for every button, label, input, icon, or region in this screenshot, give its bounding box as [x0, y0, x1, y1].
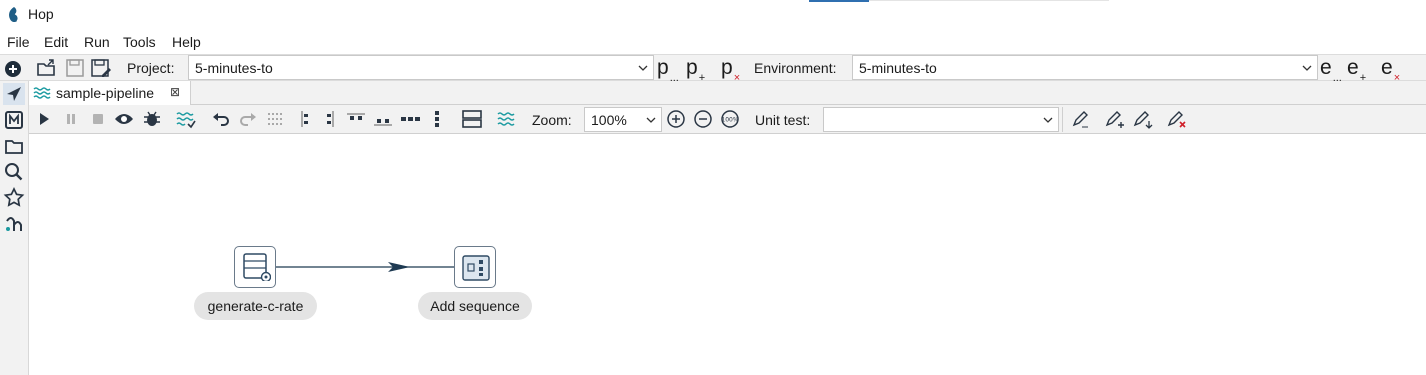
menu-file[interactable]: File: [7, 34, 30, 50]
pipeline-canvas[interactable]: generate-c-rate Add sequence: [30, 134, 1426, 375]
chevron-down-icon: [1301, 61, 1313, 77]
project-delete-button[interactable]: p×: [721, 56, 740, 84]
row-generator-icon: [243, 253, 272, 284]
new-file-icon[interactable]: [2, 58, 24, 78]
distribute-horizontal-icon[interactable]: [399, 109, 421, 129]
transform-label[interactable]: Add sequence: [418, 292, 532, 320]
zoom-out-icon[interactable]: [692, 109, 714, 129]
data-orchestration-perspective-icon[interactable]: [3, 83, 25, 105]
chevron-down-icon: [1042, 113, 1054, 129]
snap-to-grid-icon[interactable]: [265, 109, 287, 129]
add-sequence-icon: [461, 253, 491, 286]
preview-eye-icon[interactable]: [113, 109, 135, 129]
align-right-icon[interactable]: [320, 109, 342, 129]
zoom-100-icon[interactable]: 100%: [719, 109, 741, 129]
menu-help[interactable]: Help: [172, 34, 201, 50]
debug-bug-icon[interactable]: [141, 109, 163, 129]
hop-logo-icon: [6, 6, 22, 27]
unit-test-delete-icon[interactable]: [1166, 109, 1188, 129]
align-top-icon[interactable]: [345, 109, 367, 129]
pipeline-wave-icon[interactable]: [496, 109, 518, 129]
env-add-letter: e: [1347, 56, 1359, 79]
title-bar: Hop: [0, 0, 1426, 30]
project-select[interactable]: 5-minutes-to: [188, 55, 654, 80]
project-select-value: 5-minutes-to: [195, 60, 273, 76]
unit-test-edit-icon[interactable]: [1070, 109, 1092, 129]
metadata-perspective-icon[interactable]: [3, 109, 25, 131]
explorer-perspective-icon[interactable]: [3, 135, 25, 157]
distribute-vertical-icon[interactable]: [426, 109, 448, 129]
unit-test-select[interactable]: [823, 107, 1059, 132]
align-bottom-icon[interactable]: [372, 109, 394, 129]
check-pipeline-icon[interactable]: [175, 109, 197, 129]
main-toolbar: Project: 5-minutes-to p... p+ p× Environ…: [0, 54, 1426, 84]
git-perspective-icon[interactable]: [3, 213, 25, 235]
svg-text:100%: 100%: [721, 117, 738, 124]
chevron-down-icon: [637, 61, 649, 77]
unit-test-add-icon[interactable]: [1104, 109, 1126, 129]
project-delete-letter: p: [721, 56, 733, 79]
close-icon[interactable]: ⊠: [170, 85, 180, 99]
window-edge-highlight: [809, 0, 869, 2]
project-add-button[interactable]: p+: [686, 56, 705, 84]
toolbar-separator: [1062, 107, 1063, 132]
menu-edit[interactable]: Edit: [44, 34, 68, 50]
environment-add-button[interactable]: e+: [1347, 56, 1366, 84]
pause-icon[interactable]: [60, 109, 82, 129]
environment-label: Environment:: [754, 60, 837, 76]
run-icon[interactable]: [33, 109, 55, 129]
zoom-in-icon[interactable]: [665, 109, 687, 129]
stop-icon[interactable]: [87, 109, 109, 129]
unit-test-label: Unit test:: [755, 112, 811, 128]
project-edit-button[interactable]: p...: [657, 56, 679, 84]
zoom-label: Zoom:: [532, 112, 572, 128]
save-icon[interactable]: [64, 58, 86, 78]
menu-tools[interactable]: Tools: [123, 34, 156, 50]
zoom-select[interactable]: 100%: [584, 107, 662, 132]
tab-label: sample-pipeline: [56, 85, 155, 101]
environment-edit-button[interactable]: e...: [1320, 56, 1342, 84]
project-edit-letter: p: [657, 56, 669, 79]
environment-select-value: 5-minutes-to: [859, 60, 937, 76]
menu-run[interactable]: Run: [84, 34, 110, 50]
app-title: Hop: [28, 6, 54, 22]
zoom-select-value: 100%: [591, 112, 627, 128]
transform-add-sequence[interactable]: [454, 246, 496, 288]
environment-delete-button[interactable]: e×: [1381, 56, 1400, 84]
pipeline-properties-icon[interactable]: [461, 109, 483, 129]
project-add-letter: p: [686, 56, 698, 79]
environment-select[interactable]: 5-minutes-to: [852, 55, 1318, 80]
save-as-icon[interactable]: [90, 58, 112, 78]
align-left-icon[interactable]: [293, 109, 315, 129]
pipeline-wave-icon: [33, 85, 51, 104]
chevron-down-icon: [645, 113, 657, 129]
env-edit-letter: e: [1320, 56, 1332, 79]
open-file-icon[interactable]: [36, 58, 58, 78]
perspective-bar: [0, 81, 29, 375]
transform-generate-c-rate[interactable]: [234, 246, 276, 288]
project-label: Project:: [127, 60, 175, 76]
unit-test-attach-icon[interactable]: [1132, 109, 1154, 129]
undo-icon[interactable]: [210, 109, 232, 129]
tab-sample-pipeline[interactable]: sample-pipeline ⊠: [29, 81, 191, 105]
tab-strip: sample-pipeline ⊠: [29, 81, 1426, 105]
env-delete-letter: e: [1381, 56, 1393, 79]
menu-bar: File Edit Run Tools Help: [0, 30, 1426, 54]
window-edge-line: [869, 0, 1109, 1]
redo-icon[interactable]: [237, 109, 259, 129]
plugin-perspective-icon[interactable]: [3, 187, 25, 209]
transform-label[interactable]: generate-c-rate: [194, 292, 317, 320]
search-perspective-icon[interactable]: [3, 161, 25, 183]
pipeline-toolbar: Zoom: 100% 100% Unit test:: [29, 105, 1426, 134]
